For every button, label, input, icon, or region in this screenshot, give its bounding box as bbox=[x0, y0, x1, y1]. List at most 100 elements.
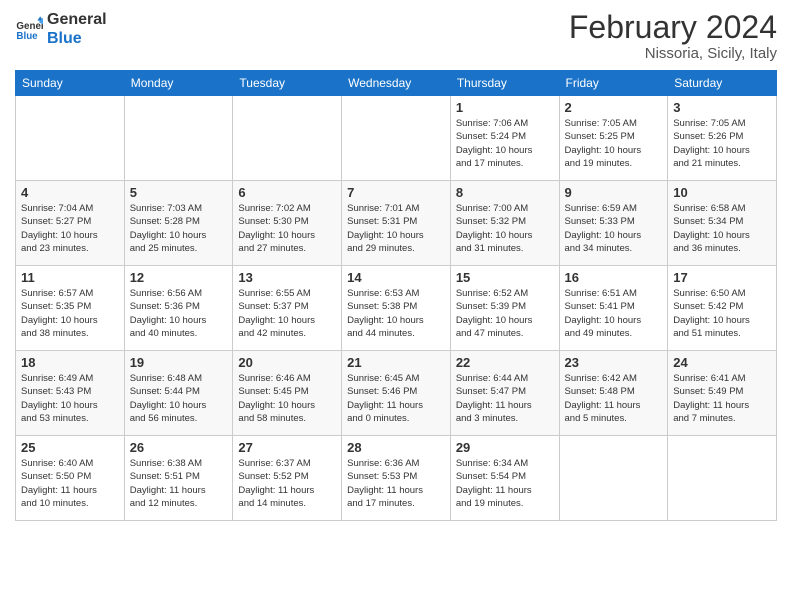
day-number: 18 bbox=[21, 355, 119, 370]
day-number: 25 bbox=[21, 440, 119, 455]
table-row: 29Sunrise: 6:34 AM Sunset: 5:54 PM Dayli… bbox=[450, 436, 559, 521]
calendar-week-row: 4Sunrise: 7:04 AM Sunset: 5:27 PM Daylig… bbox=[16, 181, 777, 266]
table-row: 8Sunrise: 7:00 AM Sunset: 5:32 PM Daylig… bbox=[450, 181, 559, 266]
day-number: 20 bbox=[238, 355, 336, 370]
day-number: 21 bbox=[347, 355, 445, 370]
logo: General Blue General Blue bbox=[15, 10, 107, 48]
day-number: 2 bbox=[565, 100, 663, 115]
table-row: 6Sunrise: 7:02 AM Sunset: 5:30 PM Daylig… bbox=[233, 181, 342, 266]
day-number: 8 bbox=[456, 185, 554, 200]
day-info: Sunrise: 7:05 AM Sunset: 5:26 PM Dayligh… bbox=[673, 117, 771, 170]
day-number: 10 bbox=[673, 185, 771, 200]
col-wednesday: Wednesday bbox=[342, 71, 451, 96]
table-row bbox=[16, 96, 125, 181]
day-number: 12 bbox=[130, 270, 228, 285]
table-row: 3 Sunrise: 7:05 AM Sunset: 5:26 PM Daylig… bbox=[668, 96, 777, 181]
calendar-week-row: 25 Sunrise: 6:40 AM Sunset: 5:50 PM Dayli… bbox=[16, 436, 777, 521]
day-info: Sunrise: 6:55 AM Sunset: 5:37 PM Dayligh… bbox=[238, 287, 336, 340]
logo-icon: General Blue bbox=[15, 15, 43, 43]
day-info: Sunrise: 6:34 AM Sunset: 5:54 PM Dayligh… bbox=[456, 457, 554, 510]
day-info: Sunrise: 6:50 AM Sunset: 5:42 PM Dayligh… bbox=[673, 287, 771, 340]
day-number: 16 bbox=[565, 270, 663, 285]
table-row: 20 Sunrise: 6:46 AM Sunset: 5:45 PM Dayli… bbox=[233, 351, 342, 436]
table-row: 9 Sunrise: 6:59 AM Sunset: 5:33 PM Daylig… bbox=[559, 181, 668, 266]
day-number: 3 bbox=[673, 100, 771, 115]
table-row: 13 Sunrise: 6:55 AM Sunset: 5:37 PM Dayli… bbox=[233, 266, 342, 351]
day-info: Sunrise: 6:57 AM Sunset: 5:35 PM Dayligh… bbox=[21, 287, 119, 340]
day-info: Sunrise: 6:49 AM Sunset: 5:43 PM Dayligh… bbox=[21, 372, 119, 425]
day-info: Sunrise: 6:51 AM Sunset: 5:41 PM Dayligh… bbox=[565, 287, 663, 340]
day-number: 23 bbox=[565, 355, 663, 370]
day-number: 28 bbox=[347, 440, 445, 455]
table-row: 5Sunrise: 7:03 AM Sunset: 5:28 PM Daylig… bbox=[124, 181, 233, 266]
table-row: 4Sunrise: 7:04 AM Sunset: 5:27 PM Daylig… bbox=[16, 181, 125, 266]
table-row: 23 Sunrise: 6:42 AM Sunset: 5:48 PM Dayli… bbox=[559, 351, 668, 436]
day-info: Sunrise: 6:48 AM Sunset: 5:44 PM Dayligh… bbox=[130, 372, 228, 425]
day-number: 15 bbox=[456, 270, 554, 285]
table-row: 25 Sunrise: 6:40 AM Sunset: 5:50 PM Dayli… bbox=[16, 436, 125, 521]
day-info: Sunrise: 7:06 AM Sunset: 5:24 PM Dayligh… bbox=[456, 117, 554, 170]
table-row: 7 Sunrise: 7:01 AM Sunset: 5:31 PM Daylig… bbox=[342, 181, 451, 266]
day-info: Sunrise: 6:40 AM Sunset: 5:50 PM Dayligh… bbox=[21, 457, 119, 510]
day-number: 24 bbox=[673, 355, 771, 370]
table-row bbox=[342, 96, 451, 181]
day-number: 13 bbox=[238, 270, 336, 285]
calendar-week-row: 18 Sunrise: 6:49 AM Sunset: 5:43 PM Dayli… bbox=[16, 351, 777, 436]
day-info: Sunrise: 6:56 AM Sunset: 5:36 PM Dayligh… bbox=[130, 287, 228, 340]
location-subtitle: Nissoria, Sicily, Italy bbox=[569, 45, 777, 62]
day-info: Sunrise: 6:53 AM Sunset: 5:38 PM Dayligh… bbox=[347, 287, 445, 340]
col-sunday: Sunday bbox=[16, 71, 125, 96]
table-row: 12 Sunrise: 6:56 AM Sunset: 5:36 PM Dayli… bbox=[124, 266, 233, 351]
table-row bbox=[559, 436, 668, 521]
day-info: Sunrise: 6:46 AM Sunset: 5:45 PM Dayligh… bbox=[238, 372, 336, 425]
day-info: Sunrise: 6:52 AM Sunset: 5:39 PM Dayligh… bbox=[456, 287, 554, 340]
table-row bbox=[668, 436, 777, 521]
col-saturday: Saturday bbox=[668, 71, 777, 96]
day-number: 22 bbox=[456, 355, 554, 370]
title-block: February 2024 Nissoria, Sicily, Italy bbox=[569, 10, 777, 62]
table-row: 21Sunrise: 6:45 AM Sunset: 5:46 PM Dayli… bbox=[342, 351, 451, 436]
table-row: 2 Sunrise: 7:05 AM Sunset: 5:25 PM Daylig… bbox=[559, 96, 668, 181]
day-number: 17 bbox=[673, 270, 771, 285]
table-row: 1 Sunrise: 7:06 AM Sunset: 5:24 PM Daylig… bbox=[450, 96, 559, 181]
day-info: Sunrise: 7:01 AM Sunset: 5:31 PM Dayligh… bbox=[347, 202, 445, 255]
day-info: Sunrise: 6:38 AM Sunset: 5:51 PM Dayligh… bbox=[130, 457, 228, 510]
table-row: 18 Sunrise: 6:49 AM Sunset: 5:43 PM Dayli… bbox=[16, 351, 125, 436]
day-info: Sunrise: 6:37 AM Sunset: 5:52 PM Dayligh… bbox=[238, 457, 336, 510]
col-monday: Monday bbox=[124, 71, 233, 96]
calendar-table: Sunday Monday Tuesday Wednesday Thursday… bbox=[15, 70, 777, 521]
day-number: 11 bbox=[21, 270, 119, 285]
table-row: 28 Sunrise: 6:36 AM Sunset: 5:53 PM Dayli… bbox=[342, 436, 451, 521]
table-row: 16 Sunrise: 6:51 AM Sunset: 5:41 PM Dayli… bbox=[559, 266, 668, 351]
day-number: 9 bbox=[565, 185, 663, 200]
day-number: 1 bbox=[456, 100, 554, 115]
table-row bbox=[124, 96, 233, 181]
day-number: 7 bbox=[347, 185, 445, 200]
table-row: 24Sunrise: 6:41 AM Sunset: 5:49 PM Dayli… bbox=[668, 351, 777, 436]
col-thursday: Thursday bbox=[450, 71, 559, 96]
day-info: Sunrise: 6:42 AM Sunset: 5:48 PM Dayligh… bbox=[565, 372, 663, 425]
svg-text:Blue: Blue bbox=[16, 31, 38, 42]
table-row bbox=[233, 96, 342, 181]
day-info: Sunrise: 7:03 AM Sunset: 5:28 PM Dayligh… bbox=[130, 202, 228, 255]
day-number: 14 bbox=[347, 270, 445, 285]
col-tuesday: Tuesday bbox=[233, 71, 342, 96]
day-number: 27 bbox=[238, 440, 336, 455]
day-info: Sunrise: 6:58 AM Sunset: 5:34 PM Dayligh… bbox=[673, 202, 771, 255]
logo-text-general: General bbox=[47, 10, 107, 29]
table-row: 27 Sunrise: 6:37 AM Sunset: 5:52 PM Dayli… bbox=[233, 436, 342, 521]
table-row: 22Sunrise: 6:44 AM Sunset: 5:47 PM Dayli… bbox=[450, 351, 559, 436]
logo-text-blue: Blue bbox=[47, 29, 107, 48]
day-number: 19 bbox=[130, 355, 228, 370]
table-row: 19 Sunrise: 6:48 AM Sunset: 5:44 PM Dayli… bbox=[124, 351, 233, 436]
day-info: Sunrise: 7:05 AM Sunset: 5:25 PM Dayligh… bbox=[565, 117, 663, 170]
table-row: 15 Sunrise: 6:52 AM Sunset: 5:39 PM Dayli… bbox=[450, 266, 559, 351]
month-title: February 2024 bbox=[569, 10, 777, 45]
day-info: Sunrise: 6:59 AM Sunset: 5:33 PM Dayligh… bbox=[565, 202, 663, 255]
table-row: 14 Sunrise: 6:53 AM Sunset: 5:38 PM Dayli… bbox=[342, 266, 451, 351]
table-row: 17 Sunrise: 6:50 AM Sunset: 5:42 PM Dayli… bbox=[668, 266, 777, 351]
col-friday: Friday bbox=[559, 71, 668, 96]
day-info: Sunrise: 7:04 AM Sunset: 5:27 PM Dayligh… bbox=[21, 202, 119, 255]
day-number: 26 bbox=[130, 440, 228, 455]
day-info: Sunrise: 6:36 AM Sunset: 5:53 PM Dayligh… bbox=[347, 457, 445, 510]
